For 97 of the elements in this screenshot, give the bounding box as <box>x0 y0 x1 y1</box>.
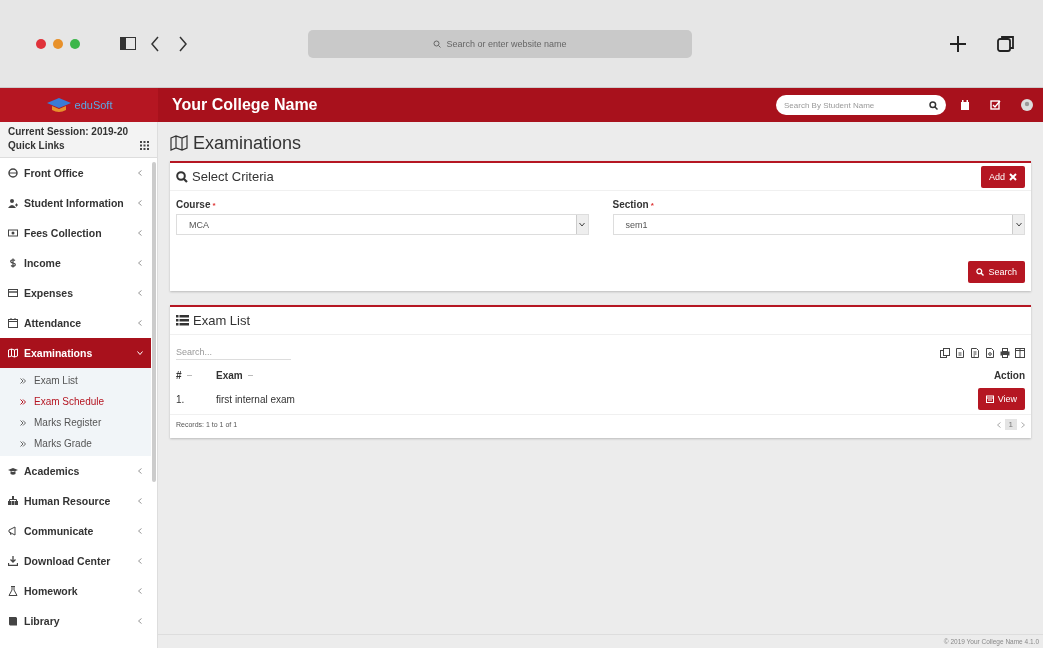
file-icon[interactable] <box>985 347 995 358</box>
download-icon <box>8 556 18 566</box>
chevron-left-icon <box>137 528 143 534</box>
sidebar-item[interactable]: Attendance <box>0 308 151 338</box>
forward-icon[interactable] <box>178 35 188 52</box>
double-chevron-icon <box>20 377 26 384</box>
select-field[interactable]: sem1 <box>612 214 1025 235</box>
chevron-down-icon <box>137 350 143 356</box>
credit-card-icon <box>8 288 18 298</box>
select-field[interactable]: MCA <box>176 214 589 235</box>
megaphone-icon <box>8 526 18 536</box>
sidebar-subitem[interactable]: Marks Grade <box>0 433 151 454</box>
money-icon <box>8 228 18 238</box>
double-chevron-icon <box>20 398 26 405</box>
double-chevron-icon <box>20 419 26 426</box>
field-label: Course <box>176 199 211 210</box>
chevron-left-icon <box>137 200 143 206</box>
app-title: Your College Name <box>172 96 318 114</box>
panel-title: Select Criteria <box>192 169 274 184</box>
required-mark: * <box>212 201 216 210</box>
chevron-left-icon <box>137 290 143 296</box>
page-button[interactable]: 1 <box>1004 419 1017 430</box>
map-icon <box>170 135 188 151</box>
print-icon[interactable] <box>1000 347 1010 358</box>
new-tab-icon[interactable] <box>949 34 967 53</box>
back-icon[interactable] <box>150 35 160 52</box>
checkbox-icon[interactable] <box>990 100 1001 110</box>
scrollbar[interactable] <box>152 162 156 482</box>
chevron-left-icon <box>137 320 143 326</box>
chevron-left-icon <box>137 588 143 594</box>
calendar-icon <box>985 395 994 403</box>
address-bar[interactable]: Search or enter website name <box>308 29 692 58</box>
field-label: Section <box>612 199 649 210</box>
tabs-icon[interactable] <box>997 34 1015 53</box>
table-cell: 1. <box>176 393 185 405</box>
quick-links-label: Quick Links <box>8 140 65 151</box>
sidebar-item[interactable]: Expenses <box>0 278 151 308</box>
file-icon[interactable] <box>970 347 980 358</box>
chevron-down-icon <box>579 222 585 227</box>
users-icon <box>8 198 18 208</box>
page-title: Examinations <box>193 132 302 154</box>
list-icon <box>176 315 189 326</box>
column-header[interactable]: Action <box>993 370 1025 381</box>
chevron-down-icon <box>1015 222 1022 227</box>
sidebar-item[interactable]: Front Office <box>0 158 151 188</box>
file-icon[interactable] <box>955 347 965 358</box>
graduation-cap-icon <box>8 466 18 476</box>
sidebar-item[interactable]: Library <box>0 606 151 636</box>
columns-icon[interactable] <box>1015 347 1025 358</box>
close-icon <box>1009 172 1017 181</box>
chevron-left-icon <box>137 558 143 564</box>
flask-icon <box>8 586 18 596</box>
calendar-icon[interactable] <box>960 100 970 110</box>
search-button[interactable]: Search <box>968 261 1025 283</box>
chevron-left-icon <box>137 170 143 176</box>
table-cell: first internal exam <box>216 393 295 405</box>
sidebar-item[interactable]: Academics <box>0 456 151 486</box>
sidebar-item[interactable]: Download Center <box>0 546 151 576</box>
map-icon <box>8 348 18 358</box>
chevron-left-icon <box>137 468 143 474</box>
double-chevron-icon <box>20 440 26 447</box>
chevron-left-icon <box>137 260 143 266</box>
sidebar-item[interactable]: Fees Collection <box>0 218 151 248</box>
sidebar-item[interactable]: Income <box>0 248 151 278</box>
org-chart-icon <box>8 496 18 506</box>
copy-icon[interactable] <box>940 347 950 358</box>
chevron-left-icon <box>137 230 143 236</box>
user-avatar-icon[interactable] <box>1021 99 1033 111</box>
add-button[interactable]: Add <box>981 165 1025 188</box>
sidebar-item[interactable]: Examinations <box>0 338 151 368</box>
search-icon <box>976 268 985 276</box>
chevron-left-icon <box>137 498 143 504</box>
grid-icon[interactable] <box>140 141 149 150</box>
panel-title: Exam List <box>193 313 251 328</box>
sidebar-subitem[interactable]: Marks Register <box>0 412 151 433</box>
sidebar-item[interactable]: Student Information <box>0 188 151 218</box>
search-icon <box>176 170 188 183</box>
calendar-icon <box>8 318 18 328</box>
search-icon <box>433 39 442 48</box>
session-label: Current Session: 2019-20 <box>8 126 130 137</box>
dollar-icon <box>8 258 18 268</box>
column-header[interactable]: Exam <box>216 370 254 381</box>
sidebar-item[interactable]: Homework <box>0 576 151 606</box>
required-mark: * <box>650 201 654 210</box>
column-header[interactable]: # <box>176 370 193 381</box>
sidebar-toggle-icon[interactable] <box>120 37 136 50</box>
search-field[interactable]: Search... <box>176 345 291 360</box>
window-control-button[interactable] <box>36 38 46 49</box>
sidebar-subitem[interactable]: Exam List <box>0 370 151 391</box>
chevron-left-icon <box>137 618 143 624</box>
view-button[interactable]: View <box>977 388 1025 410</box>
graduation-cap-icon <box>45 97 72 113</box>
logo-text: eduSoft <box>74 99 113 111</box>
search-icon <box>929 100 938 110</box>
sidebar-item[interactable]: Human Resource <box>0 486 151 516</box>
sidebar-subitem[interactable]: Exam Schedule <box>0 391 151 412</box>
sidebar-item[interactable]: Communicate <box>0 516 151 546</box>
